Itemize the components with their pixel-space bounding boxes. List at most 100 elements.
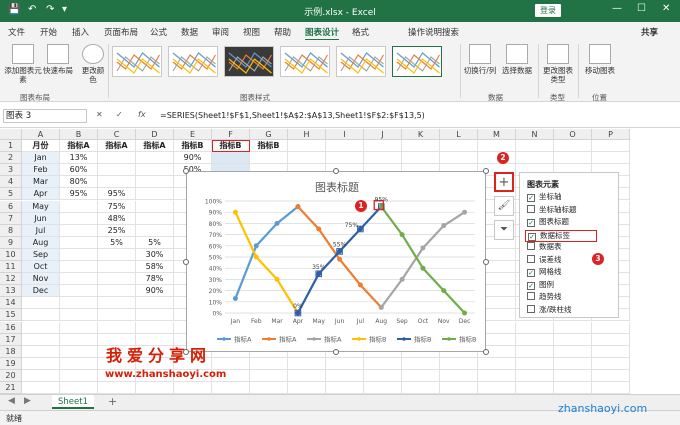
data-point[interactable] (378, 304, 384, 310)
data-point[interactable] (357, 282, 363, 288)
cell[interactable] (22, 369, 60, 382)
checkbox-checked-icon[interactable]: ✓ (527, 194, 535, 202)
cell[interactable] (478, 369, 516, 382)
data-point[interactable] (253, 243, 259, 249)
cell[interactable] (402, 152, 440, 165)
cell[interactable] (136, 200, 174, 213)
row-header-4[interactable]: 4 (0, 176, 22, 189)
cell[interactable] (250, 357, 288, 370)
cell[interactable] (364, 140, 402, 153)
column-header-K[interactable]: K (402, 129, 440, 140)
chart-element-option[interactable]: 误差线 (527, 254, 562, 265)
cell[interactable] (60, 321, 98, 334)
row-header-15[interactable]: 15 (0, 309, 22, 322)
cell[interactable] (60, 236, 98, 249)
cell[interactable]: Jul (22, 224, 60, 237)
cell[interactable] (326, 369, 364, 382)
chart-element-option[interactable]: ✓ 网格线 (527, 267, 562, 277)
cell[interactable] (288, 357, 326, 370)
tab-3[interactable]: 页面布局 (104, 26, 138, 38)
data-point[interactable] (462, 209, 468, 215)
cell[interactable] (60, 224, 98, 237)
cell[interactable]: 30% (136, 248, 174, 261)
cell[interactable]: 95% (98, 188, 136, 201)
cell[interactable] (60, 382, 98, 395)
insert-function-icon[interactable]: fx (138, 110, 146, 119)
cell[interactable] (592, 333, 630, 346)
cell[interactable]: Feb (22, 164, 60, 177)
share-button[interactable]: 共享 (641, 26, 658, 38)
data-point[interactable] (295, 310, 301, 316)
column-header-F[interactable]: F (212, 129, 250, 140)
resize-handle[interactable] (483, 349, 489, 355)
series-line[interactable] (380, 205, 466, 314)
cell[interactable] (516, 369, 554, 382)
row-header-18[interactable]: 18 (0, 345, 22, 358)
cell[interactable] (516, 152, 554, 165)
cell[interactable]: May (22, 200, 60, 213)
row-header-9[interactable]: 9 (0, 236, 22, 249)
chart-element-option[interactable]: 数据表 (527, 242, 562, 252)
cell[interactable] (364, 382, 402, 395)
cell[interactable] (98, 285, 136, 298)
cell[interactable] (554, 369, 592, 382)
cell[interactable] (60, 212, 98, 225)
cell[interactable] (592, 369, 630, 382)
series-line[interactable] (234, 205, 299, 299)
column-header-A[interactable]: A (22, 129, 60, 140)
chart-title[interactable]: 图表标题 (315, 180, 359, 194)
column-header-H[interactable]: H (288, 129, 326, 140)
column-header-I[interactable]: I (326, 129, 364, 140)
chart-element-option[interactable]: 趋势线 (527, 292, 562, 302)
chart-element-option[interactable]: ✓ 图例 (527, 280, 554, 290)
cell[interactable]: Jan (22, 152, 60, 165)
checkbox-checked-icon[interactable]: ✓ (527, 269, 535, 277)
cell[interactable] (364, 152, 402, 165)
resize-handle[interactable] (483, 168, 489, 174)
quick-layout-button[interactable]: 快速布局 (40, 44, 76, 75)
data-point[interactable] (441, 223, 447, 229)
cell[interactable]: Mar (22, 176, 60, 189)
cell[interactable] (288, 140, 326, 153)
cell[interactable] (60, 333, 98, 346)
cell[interactable] (402, 140, 440, 153)
column-header-L[interactable]: L (440, 129, 478, 140)
add-chart-element-button[interactable]: 添加图表元素 (4, 44, 42, 84)
cell[interactable] (60, 309, 98, 322)
cell[interactable] (440, 369, 478, 382)
tab-7[interactable]: 视图 (243, 26, 260, 38)
add-sheet-button[interactable]: + (108, 395, 117, 408)
cell[interactable] (554, 321, 592, 334)
move-chart-button[interactable]: 移动图表 (582, 44, 618, 75)
name-box[interactable]: 图表 3 (3, 109, 87, 123)
cell[interactable] (440, 152, 478, 165)
checkbox-checked-icon[interactable]: ✓ (527, 281, 535, 290)
cell[interactable] (212, 382, 250, 395)
cell[interactable] (516, 382, 554, 395)
cell[interactable] (478, 382, 516, 395)
close-button[interactable]: ✕ (662, 3, 670, 14)
cell[interactable] (98, 321, 136, 334)
column-header-D[interactable]: D (136, 129, 174, 140)
cell[interactable] (554, 333, 592, 346)
row-header-16[interactable]: 16 (0, 321, 22, 334)
cell[interactable] (592, 152, 630, 165)
cell[interactable] (136, 212, 174, 225)
data-point[interactable] (337, 256, 343, 262)
checkbox-unchecked-icon[interactable] (527, 204, 535, 213)
chart-element-option[interactable]: ✓ 数据标签 (525, 229, 597, 242)
cell[interactable] (98, 164, 136, 177)
row-header-5[interactable]: 5 (0, 188, 22, 201)
row-header-11[interactable]: 11 (0, 261, 22, 274)
chart-style-thumbnail[interactable] (112, 46, 162, 77)
cell[interactable] (592, 321, 630, 334)
checkbox-checked-icon[interactable]: ✓ (527, 219, 535, 227)
cell[interactable] (554, 152, 592, 165)
cell[interactable]: Nov (22, 273, 60, 286)
cell[interactable] (592, 345, 630, 358)
tab-8[interactable]: 帮助 (274, 26, 291, 38)
cell[interactable] (60, 273, 98, 286)
cell[interactable] (364, 369, 402, 382)
cell[interactable]: 25% (98, 224, 136, 237)
data-point[interactable] (316, 271, 322, 277)
